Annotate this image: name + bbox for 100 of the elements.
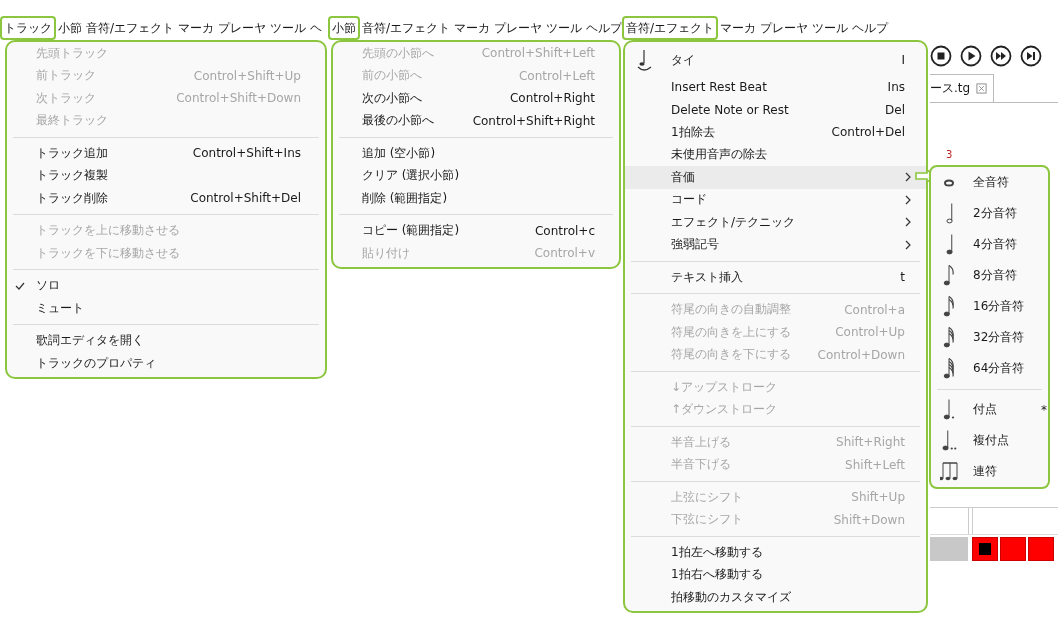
menu-item-label: 1拍除去: [671, 123, 716, 141]
menu-item-label: 前トラック: [36, 67, 97, 85]
menu-bar-item[interactable]: 音符/エフェクト: [86, 16, 175, 40]
menu-bar-item[interactable]: ツール: [812, 16, 849, 40]
stop-button[interactable]: [930, 45, 952, 67]
menu-item-label: 音価: [671, 168, 696, 186]
menu-item-label: 下弦にシフト: [671, 511, 744, 529]
menu-bar-item[interactable]: 小節: [58, 16, 82, 40]
menu-item-label: 次トラック: [36, 89, 97, 107]
menu-item[interactable]: トラック追加 Control+Shift+Ins: [7, 142, 325, 165]
fast-forward-button[interactable]: [990, 45, 1012, 67]
menu-item-label: 2分音符: [973, 205, 1018, 222]
menu-item[interactable]: トラックのプロパティ: [7, 352, 325, 375]
shortcut-label: Control+Up: [835, 325, 905, 340]
shortcut-label: Ins: [887, 80, 905, 95]
menu-bar-item[interactable]: プレーヤ: [494, 16, 543, 40]
menu-item-label: 最後の小節へ: [362, 112, 435, 130]
menu-bar-item[interactable]: ツール: [546, 16, 583, 40]
document-tab[interactable]: ース.tg: [930, 74, 995, 102]
menu-bar-item[interactable]: 音符/エフェクト: [362, 16, 451, 40]
menu-item[interactable]: 1拍除去 Control+Del: [625, 121, 926, 144]
menu-item[interactable]: 1拍左へ移動する: [625, 541, 926, 564]
menu-item[interactable]: トラック削除 Control+Shift+Del: [7, 187, 325, 210]
menu-item-label: 4分音符: [973, 236, 1018, 253]
menu-item[interactable]: 次の小節へ Control+Right: [333, 87, 619, 110]
menu-item[interactable]: 全音符: [931, 167, 1048, 198]
menu-item-label: トラックを下に移動させる: [36, 244, 181, 262]
music-note-icon: [944, 178, 954, 187]
menu-bar-item[interactable]: プレーヤ: [218, 16, 267, 40]
measure-number: 3: [946, 149, 953, 160]
menu-item-label: トラックを上に移動させる: [36, 222, 181, 240]
menu-item[interactable]: 2分音符: [931, 198, 1048, 229]
menu-item[interactable]: 付点 *: [931, 394, 1048, 425]
menu-item[interactable]: トラック複製: [7, 164, 325, 187]
shortcut-label: Control+v: [534, 246, 595, 261]
menu-item[interactable]: タイ I: [625, 44, 926, 76]
menu-item[interactable]: 16分音符: [931, 291, 1048, 322]
menu-item[interactable]: 4分音符: [931, 229, 1048, 260]
menu-bar-item[interactable]: マーカ: [454, 16, 491, 40]
menu-item-label: ミュート: [36, 299, 85, 317]
music-note-icon: [943, 399, 955, 420]
menu-item[interactable]: 1拍右へ移動する: [625, 563, 926, 586]
menu-item[interactable]: 音価: [625, 166, 926, 189]
close-icon[interactable]: [976, 83, 988, 94]
menu-item[interactable]: コード: [625, 188, 926, 211]
menu-item[interactable]: コピー (範囲指定) Control+c: [333, 219, 619, 242]
menu-item[interactable]: 64分音符: [931, 353, 1048, 384]
menu-item-label: 1拍右へ移動する: [671, 566, 764, 584]
menu-bar-item[interactable]: ヘルプ: [586, 16, 622, 40]
menu-item-label: 強弱記号: [671, 236, 720, 254]
menu-item[interactable]: 連符: [931, 456, 1048, 487]
menu-item-label: 符尾の向きを上にする: [671, 323, 792, 341]
menu-item-label: 未使用音声の除去: [671, 146, 768, 164]
skip-to-end-button[interactable]: [1020, 45, 1042, 67]
measure-cell: [1028, 537, 1054, 561]
menu-item[interactable]: ミュート: [7, 297, 325, 320]
shortcut-label: Control+Del: [831, 125, 905, 140]
shortcut-label: Control+Left: [519, 68, 595, 83]
menu-bar-item[interactable]: ツール: [270, 16, 307, 40]
menu-item-label: 1拍左へ移動する: [671, 543, 764, 561]
menu-item-label: トラック複製: [36, 167, 109, 185]
menu-item-label: 前の小節へ: [362, 67, 423, 85]
menu-item[interactable]: 追加 (空小節): [333, 142, 619, 165]
shortcut-label: Control+Shift+Left: [481, 46, 595, 61]
menu-item[interactable]: テキスト挿入 t: [625, 266, 926, 289]
play-button[interactable]: [960, 45, 982, 67]
menu-item[interactable]: 削除 (範囲指定): [333, 187, 619, 210]
menu-bar-item[interactable]: ヘルプ: [852, 16, 889, 40]
menu-item-label: 貼り付け: [362, 244, 411, 262]
menu-item[interactable]: 最後の小節へ Control+Shift+Right: [333, 109, 619, 132]
menu-item[interactable]: 複付点: [931, 425, 1048, 456]
shortcut-label: Control+Right: [509, 91, 595, 106]
menu-item-label: コピー (範囲指定): [362, 222, 461, 240]
menu-bar-item[interactable]: ヘ: [310, 16, 323, 40]
menu-item[interactable]: 拍移動のカスタマイズ: [625, 586, 926, 609]
music-note-icon: [943, 358, 955, 379]
shortcut-label: I: [901, 53, 905, 67]
menu-item[interactable]: Insert Rest Beat Ins: [625, 76, 926, 99]
menu-item-label: トラック追加: [36, 144, 109, 162]
menu-bar-item[interactable]: 音符/エフェクト: [622, 16, 719, 40]
menu-item[interactable]: 歌詞エディタを開く: [7, 329, 325, 352]
menu-item[interactable]: クリア (選択小節): [333, 164, 619, 187]
shortcut-label: Control+Shift+Up: [193, 68, 301, 83]
menu-item-label: コード: [671, 191, 708, 209]
menu-item-label: 先頭トラック: [36, 44, 109, 62]
menu-bar-item[interactable]: マーカ: [720, 16, 757, 40]
shortcut-label: Control+c: [534, 223, 595, 238]
menu-item[interactable]: エフェクト/テクニック: [625, 211, 926, 234]
menu-item-label: 符尾の向きを下にする: [671, 346, 792, 364]
menu-bar-item[interactable]: マーカ: [178, 16, 215, 40]
measure-cell: [1000, 537, 1026, 561]
shortcut-label: Control+Shift+Down: [176, 91, 301, 106]
menu-item[interactable]: ソロ: [7, 274, 325, 297]
menu-item[interactable]: 強弱記号: [625, 233, 926, 256]
menu-item[interactable]: 未使用音声の除去: [625, 143, 926, 166]
tied-note-icon: [635, 48, 653, 72]
menu-bar-item[interactable]: プレーヤ: [760, 16, 809, 40]
menu-item[interactable]: 8分音符: [931, 260, 1048, 291]
menu-item[interactable]: 32分音符: [931, 322, 1048, 353]
menu-item[interactable]: Delete Note or Rest Del: [625, 98, 926, 121]
